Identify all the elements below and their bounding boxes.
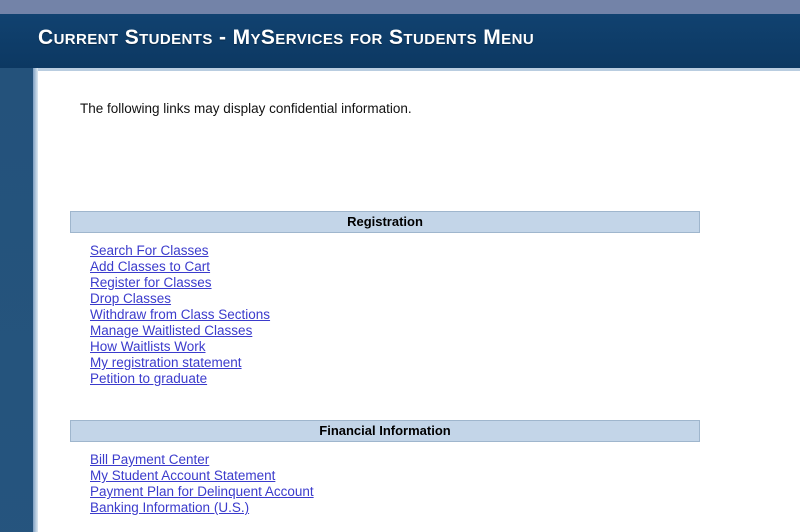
link-add-classes-to-cart[interactable]: Add Classes to Cart bbox=[90, 259, 210, 274]
list-item: My registration statement bbox=[90, 355, 700, 371]
section-financial-information: Financial Information Bill Payment Cente… bbox=[70, 420, 700, 516]
section-heading-registration: Registration bbox=[70, 211, 700, 233]
link-my-registration-statement[interactable]: My registration statement bbox=[90, 355, 242, 370]
list-item: Drop Classes bbox=[90, 291, 700, 307]
link-payment-plan-for-delinquent-account[interactable]: Payment Plan for Delinquent Account bbox=[90, 484, 314, 499]
link-drop-classes[interactable]: Drop Classes bbox=[90, 291, 171, 306]
list-item: Add Classes to Cart bbox=[90, 259, 700, 275]
list-item: My Student Account Statement bbox=[90, 468, 700, 484]
list-item: Payment Plan for Delinquent Account bbox=[90, 484, 700, 500]
left-sidebar-rail bbox=[0, 68, 33, 532]
list-item: Withdraw from Class Sections bbox=[90, 307, 700, 323]
list-item: Manage Waitlisted Classes bbox=[90, 323, 700, 339]
list-item: Petition to graduate bbox=[90, 371, 700, 387]
section-registration: Registration Search For Classes Add Clas… bbox=[70, 211, 700, 387]
section-heading-financial-information: Financial Information bbox=[70, 420, 700, 442]
link-how-waitlists-work[interactable]: How Waitlists Work bbox=[90, 339, 206, 354]
link-petition-to-graduate[interactable]: Petition to graduate bbox=[90, 371, 207, 386]
link-list-financial-information: Bill Payment Center My Student Account S… bbox=[70, 442, 700, 516]
link-my-student-account-statement[interactable]: My Student Account Statement bbox=[90, 468, 275, 483]
list-item: Register for Classes bbox=[90, 275, 700, 291]
list-item: Search For Classes bbox=[90, 243, 700, 259]
page-root: Current Students - MyServices for Studen… bbox=[0, 0, 800, 532]
page-title: Current Students - MyServices for Studen… bbox=[38, 26, 535, 49]
top-accent-strip bbox=[0, 0, 800, 14]
content-panel: The following links may display confiden… bbox=[38, 68, 800, 532]
link-register-for-classes[interactable]: Register for Classes bbox=[90, 275, 212, 290]
link-banking-information-us[interactable]: Banking Information (U.S.) bbox=[90, 500, 249, 515]
list-item: Banking Information (U.S.) bbox=[90, 500, 700, 516]
link-withdraw-from-class-sections[interactable]: Withdraw from Class Sections bbox=[90, 307, 270, 322]
link-list-registration: Search For Classes Add Classes to Cart R… bbox=[70, 233, 700, 387]
list-item: How Waitlists Work bbox=[90, 339, 700, 355]
link-search-for-classes[interactable]: Search For Classes bbox=[90, 243, 209, 258]
intro-text: The following links may display confiden… bbox=[80, 101, 412, 116]
link-manage-waitlisted-classes[interactable]: Manage Waitlisted Classes bbox=[90, 323, 252, 338]
link-bill-payment-center[interactable]: Bill Payment Center bbox=[90, 452, 209, 467]
list-item: Bill Payment Center bbox=[90, 452, 700, 468]
